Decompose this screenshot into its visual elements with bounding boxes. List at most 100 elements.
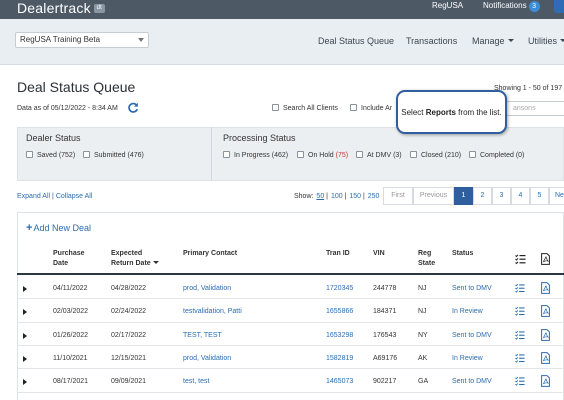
pager-page-3[interactable]: 3 — [492, 187, 511, 205]
filter-label: On Hold — [308, 152, 334, 159]
add-new-deal-button[interactable]: +Add New Deal — [26, 223, 91, 234]
cell-tran-id[interactable]: 1465073 — [326, 377, 353, 386]
cell-tran-id[interactable]: 1653298 — [326, 331, 353, 340]
collapse-all-link[interactable]: Collapse All — [56, 193, 93, 200]
nav-utilities[interactable]: Utilities — [528, 36, 564, 46]
page-size-option[interactable]: 150 — [349, 193, 361, 200]
col-purchase-date[interactable]: Purchase Date — [53, 249, 85, 269]
row-checklist-icon[interactable] — [515, 306, 525, 317]
nav-deal-status-queue[interactable]: Deal Status Queue — [318, 36, 394, 46]
page-size-option[interactable]: 100 — [331, 193, 343, 200]
notifications-link[interactable]: Notifications 3 — [483, 1, 540, 12]
row-pdf-icon[interactable] — [541, 375, 550, 387]
tooltip-bold: Reports — [425, 108, 456, 117]
dealertrack-logo[interactable]: Dealertrack dt — [17, 0, 105, 17]
row-expand-icon[interactable] — [23, 286, 27, 292]
col-tran-id[interactable]: Tran ID — [326, 249, 350, 259]
row-pdf-icon[interactable] — [541, 329, 550, 341]
page-size-option[interactable]: 50 — [316, 193, 324, 200]
pager-previous-button[interactable]: Previous — [413, 187, 454, 205]
user-menu-button[interactable] — [554, 0, 564, 13]
cell-tran-id[interactable]: 1582819 — [326, 354, 353, 363]
cell-reg-state: NY — [418, 332, 428, 339]
pdf-document-icon[interactable] — [541, 253, 550, 265]
regusa-link[interactable]: RegUSA — [432, 1, 463, 11]
processing-at-dmv[interactable]: At DMV (3) — [356, 151, 402, 160]
col-expected-return-date[interactable]: Expected Return Date — [111, 249, 159, 269]
processing-in-progress[interactable]: In Progress (462) — [223, 151, 288, 160]
col-reg-state[interactable]: Reg State — [418, 249, 435, 269]
deals-table-card — [17, 212, 564, 400]
row-checklist-icon[interactable] — [515, 376, 525, 387]
row-checklist-icon[interactable] — [515, 283, 525, 294]
row-pdf-icon[interactable] — [541, 305, 550, 317]
header-line: Return Date — [111, 260, 151, 267]
filter-count: (210) — [444, 152, 462, 159]
checkbox-box — [350, 104, 357, 111]
header-line: State — [418, 260, 436, 267]
pager-page-2[interactable]: 2 — [473, 187, 492, 205]
cell-status[interactable]: In Review — [452, 307, 483, 316]
row-checklist-icon[interactable] — [515, 353, 525, 364]
row-divider — [17, 392, 564, 393]
cell-reg-state: GA — [418, 378, 429, 385]
chevron-down-icon — [560, 39, 564, 42]
cell-purchase-date: 01/26/2022 — [53, 332, 89, 339]
row-expand-icon[interactable] — [23, 379, 27, 385]
col-status[interactable]: Status — [452, 249, 473, 259]
expand-all-link[interactable]: Expand All — [17, 193, 50, 200]
cell-tran-id[interactable]: 1720345 — [326, 284, 353, 293]
dealer-status-submitted[interactable]: Submitted (476) — [83, 151, 144, 160]
checkbox-box — [469, 151, 476, 158]
checkbox-box — [83, 151, 90, 158]
cell-status[interactable]: Sent to DMV — [452, 331, 492, 340]
cell-primary-contact[interactable]: test, test — [183, 377, 209, 386]
cell-primary-contact[interactable]: TEST, TEST — [183, 331, 222, 340]
cell-primary-contact[interactable]: prod, Validation — [183, 354, 231, 363]
page-size-option[interactable]: 250 — [368, 193, 380, 200]
dealer-status-saved[interactable]: Saved (752) — [26, 151, 75, 160]
checklist-icon[interactable] — [515, 254, 526, 265]
cell-vin: 176543 — [373, 332, 397, 339]
nav-manage[interactable]: Manage — [472, 36, 514, 46]
filter-count: (0) — [515, 152, 525, 159]
pager-page-1[interactable]: 1 — [454, 187, 473, 205]
row-pdf-icon[interactable] — [541, 352, 550, 364]
col-primary-contact[interactable]: Primary Contact — [183, 249, 237, 259]
cell-status[interactable]: Sent to DMV — [452, 377, 492, 386]
row-expand-icon[interactable] — [23, 356, 27, 362]
search-placeholder: ansons — [513, 105, 536, 112]
nav-transactions[interactable]: Transactions — [406, 36, 457, 46]
client-select[interactable]: RegUSA Training Beta — [15, 32, 149, 48]
header-line: Expected — [111, 250, 143, 257]
processing-completed[interactable]: Completed (0) — [469, 151, 524, 160]
cell-status[interactable]: Sent to DMV — [452, 284, 492, 293]
search-input[interactable]: ansons — [498, 101, 564, 116]
cell-reg-state: NJ — [418, 308, 427, 315]
col-vin[interactable]: VIN — [373, 249, 385, 259]
search-all-clients-checkbox[interactable]: Search All Clients — [272, 104, 338, 113]
cell-primary-contact[interactable]: testvalidation, Patti — [183, 307, 242, 316]
pager-page-4[interactable]: 4 — [511, 187, 530, 205]
row-expand-icon[interactable] — [23, 309, 27, 315]
cell-purchase-date: 04/11/2022 — [53, 285, 88, 292]
pager-first-button[interactable]: First — [383, 187, 413, 205]
include-archived-label: Include Ar — [361, 105, 393, 112]
pager-next-button[interactable]: Ne — [549, 187, 564, 205]
filter-count: (462) — [271, 152, 289, 159]
cell-status[interactable]: In Review — [452, 354, 483, 363]
search-all-clients-label: Search All Clients — [283, 105, 338, 112]
include-archived-checkbox[interactable]: Include Ar — [350, 104, 392, 113]
processing-closed[interactable]: Closed (210) — [410, 151, 461, 160]
processing-on-hold[interactable]: On Hold (75) — [297, 151, 348, 160]
nav-utilities-label: Utilities — [528, 36, 558, 46]
refresh-icon[interactable] — [127, 102, 139, 114]
row-pdf-icon[interactable] — [541, 282, 550, 294]
row-checklist-icon[interactable] — [515, 330, 525, 341]
cell-primary-contact[interactable]: prod, Validation — [183, 284, 231, 293]
pager-page-5[interactable]: 5 — [530, 187, 549, 205]
cell-tran-id[interactable]: 1655866 — [326, 307, 353, 316]
separator: | — [52, 193, 54, 200]
row-divider — [17, 322, 564, 323]
row-expand-icon[interactable] — [23, 333, 27, 339]
